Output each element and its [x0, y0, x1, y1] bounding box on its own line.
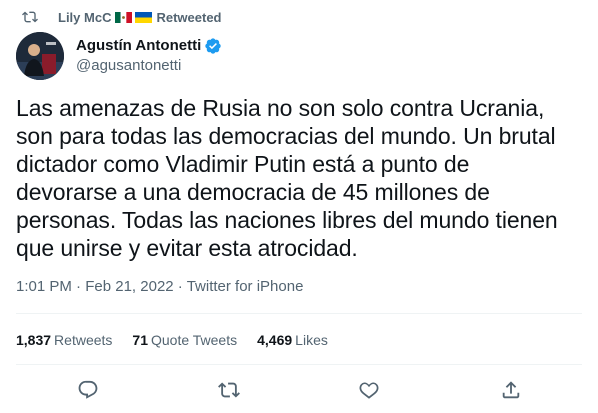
- avatar[interactable]: [16, 32, 64, 80]
- quote-tweets-stat[interactable]: 71 Quote Tweets: [132, 330, 237, 350]
- author-display-name[interactable]: Agustín Antonetti: [76, 36, 222, 56]
- author-handle[interactable]: @agusantonetti: [76, 56, 222, 76]
- retweet-button[interactable]: [218, 379, 240, 401]
- mexico-flag-icon: [115, 11, 133, 23]
- retweets-stat[interactable]: 1,837 Retweets: [16, 330, 112, 350]
- retweet-icon: [218, 382, 240, 398]
- retweeted-label: Retweeted: [156, 9, 222, 25]
- engagement-stats: 1,837 Retweets 71 Quote Tweets 4,469 Likes: [16, 330, 348, 350]
- tweet-text-line: devorarse a una democracia de 45 millone…: [16, 179, 490, 205]
- tweet-text-line: son para todas las democracias del mundo…: [16, 123, 556, 149]
- like-button[interactable]: [358, 379, 380, 401]
- tweet-time[interactable]: 1:01 PM: [16, 278, 72, 295]
- tweet-date[interactable]: Feb 21, 2022: [85, 278, 173, 295]
- meta-separator: ·: [76, 278, 82, 295]
- tweet-metadata: 1:01 PM · Feb 21, 2022 · Twitter for iPh…: [16, 277, 303, 297]
- tweet-source[interactable]: Twitter for iPhone: [187, 278, 304, 295]
- share-icon: [502, 381, 520, 399]
- tweet-text-line: dictador como Vladimir Putin está a punt…: [16, 151, 470, 177]
- likes-count: 4,469: [257, 332, 293, 348]
- tweet-actions: [0, 374, 598, 406]
- heart-icon: [359, 382, 379, 399]
- quote-tweets-label: Quote Tweets: [150, 332, 238, 348]
- retweet-context[interactable]: Lily McC Retweeted: [22, 8, 222, 26]
- reply-button[interactable]: [77, 379, 99, 401]
- divider: [16, 313, 582, 314]
- likes-stat[interactable]: 4,469 Likes: [257, 330, 328, 350]
- quote-tweets-count: 71: [132, 332, 148, 348]
- likes-label: Likes: [295, 332, 328, 348]
- tweet-text-line: que unirse y evitar esta atrocidad.: [16, 235, 358, 261]
- divider: [16, 364, 582, 365]
- ukraine-flag-icon: [135, 11, 153, 23]
- author-name-text[interactable]: Agustín Antonetti: [76, 36, 201, 56]
- retweets-label: Retweets: [54, 332, 113, 348]
- meta-separator: ·: [177, 278, 183, 295]
- share-button[interactable]: [500, 379, 522, 401]
- retweet-icon: [22, 9, 38, 25]
- tweet-text: Las amenazas de Rusia no son solo contra…: [16, 94, 586, 262]
- tweet-text-line: Las amenazas de Rusia no son solo contra…: [16, 95, 545, 121]
- verified-badge-icon: [204, 37, 222, 55]
- retweeter-name[interactable]: Lily McC: [58, 10, 111, 25]
- tweet-author[interactable]: Agustín Antonetti @agusantonetti: [16, 32, 222, 80]
- retweets-count: 1,837: [16, 332, 52, 348]
- tweet-text-line: personas. Todas las naciones libres del …: [16, 207, 558, 233]
- reply-icon: [78, 380, 98, 399]
